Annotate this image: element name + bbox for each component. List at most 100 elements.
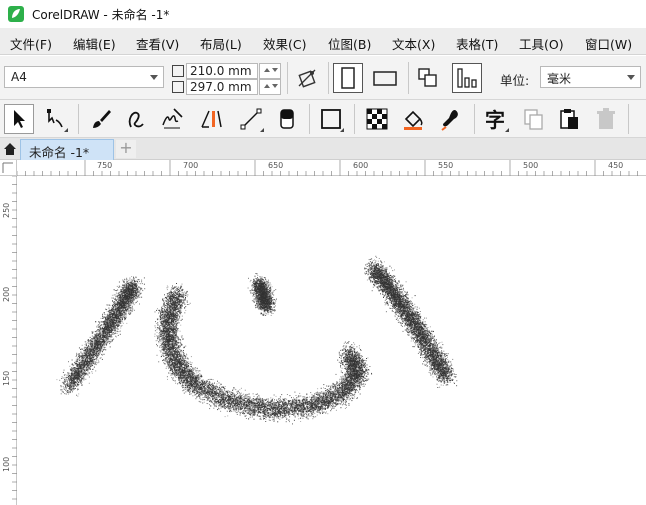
menu-text[interactable]: 文本(X) [392, 34, 435, 53]
ruler-label: 100 [2, 457, 11, 472]
menu-effects[interactable]: 效果(C) [263, 34, 306, 53]
flyout-indicator [64, 128, 68, 132]
toolbox: 字 [0, 100, 646, 138]
ruler-label: 150 [2, 371, 11, 386]
home-tab[interactable] [0, 138, 20, 160]
separator [354, 104, 355, 134]
document-tab-bar: 未命名 -1* + [0, 138, 646, 160]
menu-layout[interactable]: 布局(L) [200, 34, 242, 53]
ruler-label: 700 [183, 161, 198, 170]
menu-edit[interactable]: 编辑(E) [73, 34, 116, 53]
paint-bucket-icon [404, 110, 423, 130]
add-tab-button[interactable]: + [116, 140, 136, 158]
ruler-label: 200 [2, 287, 11, 302]
units-label: 单位: [500, 70, 529, 89]
all-pages-button[interactable] [413, 63, 443, 93]
dimension-tool[interactable] [196, 104, 226, 134]
portrait-icon [341, 67, 355, 89]
page-resize-icon [298, 69, 316, 88]
page-width-stepper[interactable] [259, 63, 281, 79]
page-size-value: A4 [11, 70, 27, 84]
curve-icon [128, 111, 144, 128]
transparency-tool[interactable] [362, 104, 392, 134]
chevron-down-icon [150, 75, 158, 80]
delete-tool[interactable] [591, 104, 621, 134]
height-icon [172, 81, 184, 93]
ruler-label: 600 [353, 161, 368, 170]
separator [328, 62, 329, 94]
menu-tools[interactable]: 工具(O) [519, 34, 564, 53]
document-tab[interactable]: 未命名 -1* [20, 139, 114, 160]
paste-icon [560, 109, 578, 129]
ruler-label: 450 [608, 161, 623, 170]
separator [474, 104, 475, 134]
width-icon [172, 65, 184, 77]
freehand-icon [162, 108, 183, 129]
ruler-label: 750 [97, 161, 112, 170]
page-height-stepper[interactable] [259, 79, 281, 95]
ruler-label: 250 [2, 203, 11, 218]
dropper-icon [441, 110, 458, 131]
copy-icon [524, 109, 543, 130]
dimension-icon [201, 110, 222, 128]
trash-icon [597, 108, 615, 129]
landscape-button[interactable] [370, 63, 400, 93]
all-pages-icon [418, 68, 437, 87]
separator [309, 104, 310, 134]
horizontal-ruler[interactable]: 750 700 650 600 550 500 450 [17, 160, 646, 176]
connector-tool[interactable] [236, 104, 266, 134]
chevron-down-icon [627, 75, 635, 80]
paste-tool[interactable] [554, 104, 584, 134]
fill-tool[interactable] [398, 104, 428, 134]
units-select[interactable]: 毫米 [540, 66, 641, 88]
vertical-ruler[interactable]: 250 200 150 100 [0, 176, 17, 505]
ruler-origin-icon [2, 162, 13, 173]
bezier-tool[interactable] [122, 104, 152, 134]
current-page-icon [457, 68, 477, 88]
home-icon [4, 143, 16, 155]
flyout-indicator [340, 128, 344, 132]
separator [408, 62, 409, 94]
ruler-label: 500 [523, 161, 538, 170]
separator [287, 62, 288, 94]
smart-fill-tool[interactable] [436, 104, 466, 134]
menu-view[interactable]: 查看(V) [136, 34, 179, 53]
menu-window[interactable]: 窗口(W) [585, 34, 632, 53]
rectangle-tool[interactable] [316, 104, 346, 134]
artistic-media-tool[interactable] [86, 104, 116, 134]
ruler-ticks [12, 176, 17, 500]
freehand-tool[interactable] [157, 104, 187, 134]
menu-bar: 文件(F) 编辑(E) 查看(V) 布局(L) 效果(C) 位图(B) 文本(X… [0, 28, 646, 55]
window-title: CorelDRAW - 未命名 -1* [32, 6, 169, 23]
property-bar: A4 210.0 mm 297.0 mm 单位: 毫米 [0, 56, 646, 100]
shape-tool[interactable] [40, 104, 70, 134]
checkerboard-icon [366, 108, 388, 130]
menu-table[interactable]: 表格(T) [456, 34, 498, 53]
ruler-label: 650 [268, 161, 283, 170]
flyout-indicator [260, 128, 264, 132]
separator [78, 104, 79, 134]
menu-bitmaps[interactable]: 位图(B) [328, 34, 371, 53]
spray-heart-artwork[interactable] [18, 177, 646, 505]
page-size-select[interactable]: A4 [4, 66, 164, 88]
svg-text:字: 字 [485, 108, 505, 132]
text-tool[interactable]: 字 [481, 104, 511, 134]
copy-tool[interactable] [518, 104, 548, 134]
eraser-tool[interactable] [272, 104, 302, 134]
portrait-button[interactable] [333, 63, 363, 93]
page-height-field[interactable]: 297.0 mm [186, 79, 258, 95]
eraser-icon [280, 109, 294, 129]
pick-tool[interactable] [4, 104, 34, 134]
current-page-button[interactable] [452, 63, 482, 93]
pointer-icon [14, 110, 25, 128]
shape-node-icon [47, 109, 63, 128]
drawing-canvas[interactable] [18, 177, 646, 505]
ruler-origin[interactable] [0, 160, 17, 176]
units-value: 毫米 [547, 72, 571, 86]
all-pages-size-button[interactable] [292, 63, 322, 93]
brush-icon [93, 110, 111, 128]
landscape-icon [373, 71, 397, 86]
page-width-field[interactable]: 210.0 mm [186, 63, 258, 79]
menu-file[interactable]: 文件(F) [10, 34, 52, 53]
ruler-label: 550 [438, 161, 453, 170]
